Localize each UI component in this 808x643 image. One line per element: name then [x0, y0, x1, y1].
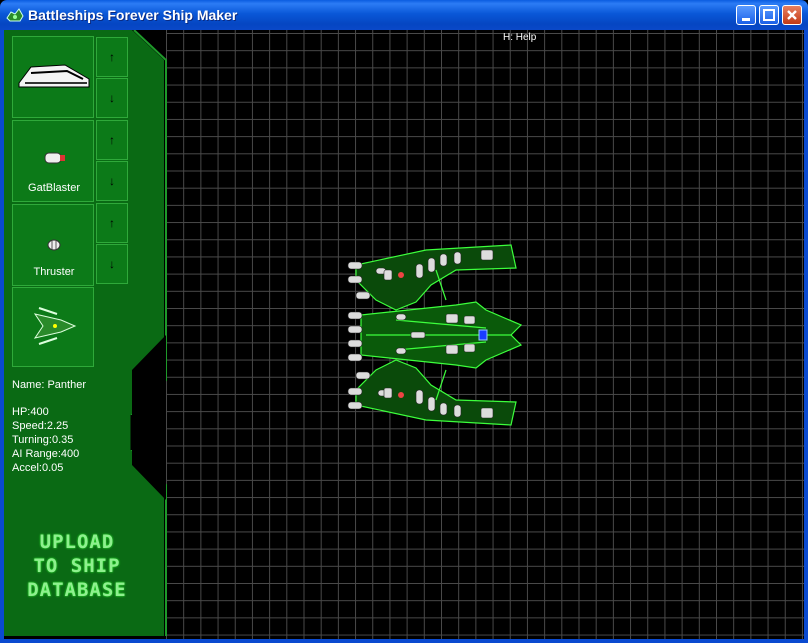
stat-hp: HP:400 — [12, 406, 49, 418]
part-slot-thruster[interactable]: Thruster — [12, 204, 94, 286]
close-icon — [787, 10, 797, 20]
part-slot-ship-preview[interactable] — [12, 287, 94, 367]
gatblaster-icon — [44, 152, 65, 164]
hull-icon — [18, 64, 90, 88]
slot-label-thruster: Thruster — [33, 266, 75, 278]
scroll-up-button[interactable]: ↑ — [96, 203, 128, 243]
window-title: Battleships Forever Ship Maker — [28, 7, 238, 23]
part-sidebar: GatBlaster Thruster ↑ ↓ ↑ ↓ ↑ ↓ Name: Pa… — [4, 30, 169, 639]
part-slot-gatblaster[interactable]: GatBlaster — [12, 120, 94, 202]
maximize-icon — [763, 9, 775, 21]
slot-label-gatblaster: GatBlaster — [28, 182, 80, 194]
ship-app-icon — [6, 8, 24, 22]
scroll-up-button[interactable]: ↑ — [96, 37, 128, 77]
scroll-down-button[interactable]: ↓ — [96, 78, 128, 118]
frame-right — [804, 30, 808, 643]
scroll-down-button[interactable]: ↓ — [96, 244, 128, 284]
editor-canvas[interactable]: H: Help — [166, 30, 804, 639]
ship-preview-icon — [33, 307, 77, 345]
stat-speed: Speed:2.25 — [12, 420, 69, 432]
upload-line-1: UPLOAD — [39, 531, 115, 553]
app-window: Battleships Forever Ship Maker H: Help G… — [0, 0, 808, 643]
stat-accel: Accel:0.05 — [12, 462, 64, 474]
part-slot-hull[interactable] — [12, 36, 94, 118]
stat-turning: Turning:0.35 — [12, 434, 74, 446]
stat-ai-range: AI Range:400 — [12, 448, 80, 460]
minimize-button[interactable] — [736, 5, 756, 25]
ship-name: Name: Panther — [12, 379, 86, 391]
minimize-icon — [742, 18, 750, 21]
maximize-button[interactable] — [759, 5, 779, 25]
scroll-down-button[interactable]: ↓ — [96, 161, 128, 201]
upload-line-2: TO SHIP — [33, 555, 121, 577]
scroll-up-button[interactable]: ↑ — [96, 120, 128, 160]
help-hint: H: Help — [503, 32, 537, 43]
frame-bottom — [0, 639, 808, 643]
upload-to-database-button[interactable]: UPLOAD TO SHIP DATABASE — [22, 530, 132, 602]
client-area: H: Help GatBlaster Thruster ↑ ↓ ↑ ↓ ↑ ↓ … — [4, 30, 804, 639]
upload-line-3: DATABASE — [27, 579, 127, 601]
title-bar: Battleships Forever Ship Maker — [0, 0, 808, 30]
thruster-icon — [47, 239, 61, 251]
ship-design[interactable] — [336, 240, 526, 430]
close-button[interactable] — [782, 5, 802, 25]
ship-stats: HP:400 Speed:2.25 Turning:0.35 AI Range:… — [12, 405, 79, 475]
